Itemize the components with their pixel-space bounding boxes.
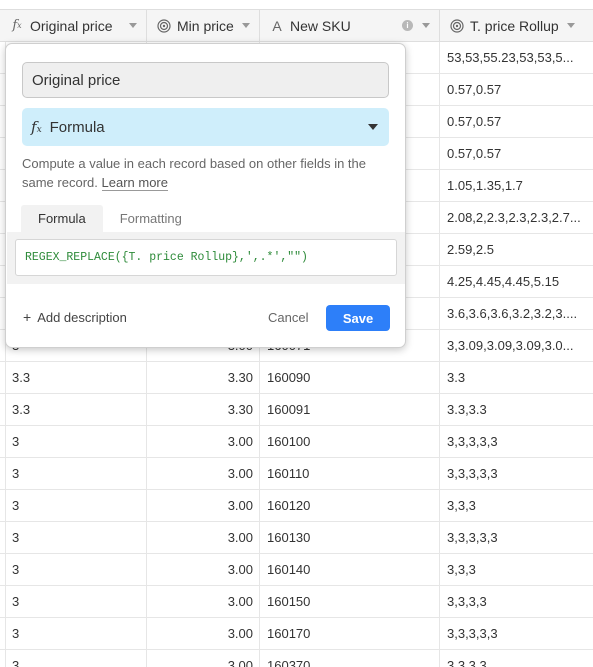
add-description-label: Add description xyxy=(37,309,127,325)
cell-min-price[interactable]: 3.00 xyxy=(147,522,260,553)
cell-t-price-rollup[interactable]: 2.59,2.5 xyxy=(440,234,593,265)
cell-min-price[interactable]: 3.00 xyxy=(147,650,260,667)
tab-formula[interactable]: Formula xyxy=(21,205,103,232)
cell-new-sku[interactable]: 160140 xyxy=(260,554,440,585)
cell-new-sku[interactable]: 160091 xyxy=(260,394,440,425)
cell-min-price[interactable]: 3.00 xyxy=(147,458,260,489)
cell-new-sku[interactable]: 160090 xyxy=(260,362,440,393)
formula-icon: fx xyxy=(12,18,22,33)
cell-min-price[interactable]: 3.30 xyxy=(147,394,260,425)
cell-new-sku[interactable]: 160150 xyxy=(260,586,440,617)
formula-icon: fx xyxy=(31,118,42,136)
cell-t-price-rollup[interactable]: 3.3 xyxy=(440,362,593,393)
cell-new-sku[interactable]: 160370 xyxy=(260,650,440,667)
cell-t-price-rollup[interactable]: 3,3,3,3,3 xyxy=(440,522,593,553)
cell-new-sku[interactable]: 160130 xyxy=(260,522,440,553)
cell-t-price-rollup[interactable]: 3,3.09,3.09,3.09,3.0... xyxy=(440,330,593,361)
cell-t-price-rollup[interactable]: 3,3,3,3,3 xyxy=(440,426,593,457)
cell-min-price[interactable]: 3.00 xyxy=(147,554,260,585)
learn-more-link[interactable]: Learn more xyxy=(101,175,168,191)
table-row[interactable]: 3 3.00 160110 3,3,3,3,3 xyxy=(0,458,593,490)
cell-t-price-rollup[interactable]: 3.6,3.6,3.6,3.2,3.2,3.... xyxy=(440,298,593,329)
chevron-down-icon[interactable] xyxy=(129,23,137,28)
description-text: Compute a value in each record based on … xyxy=(22,156,366,190)
cell-t-price-rollup[interactable]: 3,3,3 xyxy=(440,554,593,585)
rollup-icon xyxy=(450,18,464,33)
table-row[interactable]: 3 3.00 160170 3,3,3,3,3 xyxy=(0,618,593,650)
cell-min-price[interactable]: 3.00 xyxy=(147,490,260,521)
cell-t-price-rollup[interactable]: 0.57,0.57 xyxy=(440,74,593,105)
cell-t-price-rollup[interactable]: 4.25,4.45,4.45,5.15 xyxy=(440,266,593,297)
cell-t-price-rollup[interactable]: 3,3,3,3 xyxy=(440,650,593,667)
popup-tabs: Formula Formatting xyxy=(21,205,199,232)
field-type-select[interactable]: fx Formula xyxy=(22,108,389,146)
table-row[interactable]: 3 3.00 160120 3,3,3 xyxy=(0,490,593,522)
table-row[interactable]: 3.3 3.30 160090 3.3 xyxy=(0,362,593,394)
table-row[interactable]: 3 3.00 160140 3,3,3 xyxy=(0,554,593,586)
cell-new-sku[interactable]: 160100 xyxy=(260,426,440,457)
chevron-down-icon[interactable] xyxy=(422,23,430,28)
column-label: New SKU xyxy=(290,17,351,34)
field-config-popup: Original price fx Formula Compute a valu… xyxy=(5,43,406,348)
col-t-price-rollup-header[interactable]: T. price Rollup xyxy=(440,10,593,41)
chevron-down-icon[interactable] xyxy=(242,23,250,28)
cell-min-price[interactable]: 3.30 xyxy=(147,362,260,393)
cell-original-price[interactable]: 3 xyxy=(0,490,147,521)
field-type-description: Compute a value in each record based on … xyxy=(22,154,392,192)
plus-icon: + xyxy=(23,309,32,325)
cell-original-price[interactable]: 3 xyxy=(0,426,147,457)
cell-t-price-rollup[interactable]: 3,3,3,3 xyxy=(440,586,593,617)
table-row[interactable]: 3.3 3.30 160091 3.3,3.3 xyxy=(0,394,593,426)
cell-new-sku[interactable]: 160110 xyxy=(260,458,440,489)
text-icon: A xyxy=(272,17,282,34)
cancel-button[interactable]: Cancel xyxy=(268,310,308,325)
table-row[interactable]: 3 3.00 160370 3,3,3,3 xyxy=(0,650,593,667)
col-min-price-header[interactable]: Min price xyxy=(147,10,260,41)
cell-t-price-rollup[interactable]: 0.57,0.57 xyxy=(440,138,593,169)
column-label: Original price xyxy=(30,17,113,34)
grid-header: fx Original price Min price A New SKU i … xyxy=(0,9,593,42)
cell-original-price[interactable]: 3 xyxy=(0,586,147,617)
info-icon[interactable]: i xyxy=(402,20,413,31)
cell-original-price[interactable]: 3 xyxy=(0,618,147,649)
formula-input[interactable]: REGEX_REPLACE({T. price Rollup},',.*',""… xyxy=(15,239,397,276)
save-button[interactable]: Save xyxy=(326,305,390,331)
cell-min-price[interactable]: 3.00 xyxy=(147,426,260,457)
add-description-button[interactable]: + Add description xyxy=(23,309,127,325)
cell-new-sku[interactable]: 160120 xyxy=(260,490,440,521)
cell-t-price-rollup[interactable]: 3,3,3,3,3 xyxy=(440,618,593,649)
cell-new-sku[interactable]: 160170 xyxy=(260,618,440,649)
col-original-price-header[interactable]: fx Original price xyxy=(0,10,147,41)
cell-original-price[interactable]: 3 xyxy=(0,554,147,585)
cell-t-price-rollup[interactable]: 53,53,55.23,53,53,5... xyxy=(440,42,593,73)
cell-t-price-rollup[interactable]: 3,3,3,3,3 xyxy=(440,458,593,489)
cell-original-price[interactable]: 3 xyxy=(0,650,147,667)
cell-original-price[interactable]: 3 xyxy=(0,458,147,489)
cell-original-price[interactable]: 3.3 xyxy=(0,362,147,393)
chevron-down-icon[interactable] xyxy=(567,23,575,28)
tab-formatting[interactable]: Formatting xyxy=(103,205,199,232)
cell-t-price-rollup[interactable]: 2.08,2,2.3,2.3,2.3,2.7... xyxy=(440,202,593,233)
cell-min-price[interactable]: 3.00 xyxy=(147,618,260,649)
column-label: T. price Rollup xyxy=(470,17,559,34)
table-row[interactable]: 3 3.00 160130 3,3,3,3,3 xyxy=(0,522,593,554)
caret-down-icon xyxy=(368,124,378,130)
formula-editor-panel: REGEX_REPLACE({T. price Rollup},',.*',""… xyxy=(7,232,405,284)
table-row[interactable]: 3 3.00 160150 3,3,3,3 xyxy=(0,586,593,618)
cell-t-price-rollup[interactable]: 1.05,1.35,1.7 xyxy=(440,170,593,201)
table-row[interactable]: 3 3.00 160100 3,3,3,3,3 xyxy=(0,426,593,458)
cell-t-price-rollup[interactable]: 3,3,3 xyxy=(440,490,593,521)
col-new-sku-header[interactable]: A New SKU i xyxy=(260,10,440,41)
field-type-label: Formula xyxy=(49,118,105,136)
cell-t-price-rollup[interactable]: 0.57,0.57 xyxy=(440,106,593,137)
field-name-input[interactable]: Original price xyxy=(22,62,389,98)
cell-min-price[interactable]: 3.00 xyxy=(147,586,260,617)
column-label: Min price xyxy=(177,17,234,34)
cell-original-price[interactable]: 3.3 xyxy=(0,394,147,425)
cell-t-price-rollup[interactable]: 3.3,3.3 xyxy=(440,394,593,425)
rollup-icon xyxy=(157,18,171,33)
cell-original-price[interactable]: 3 xyxy=(0,522,147,553)
